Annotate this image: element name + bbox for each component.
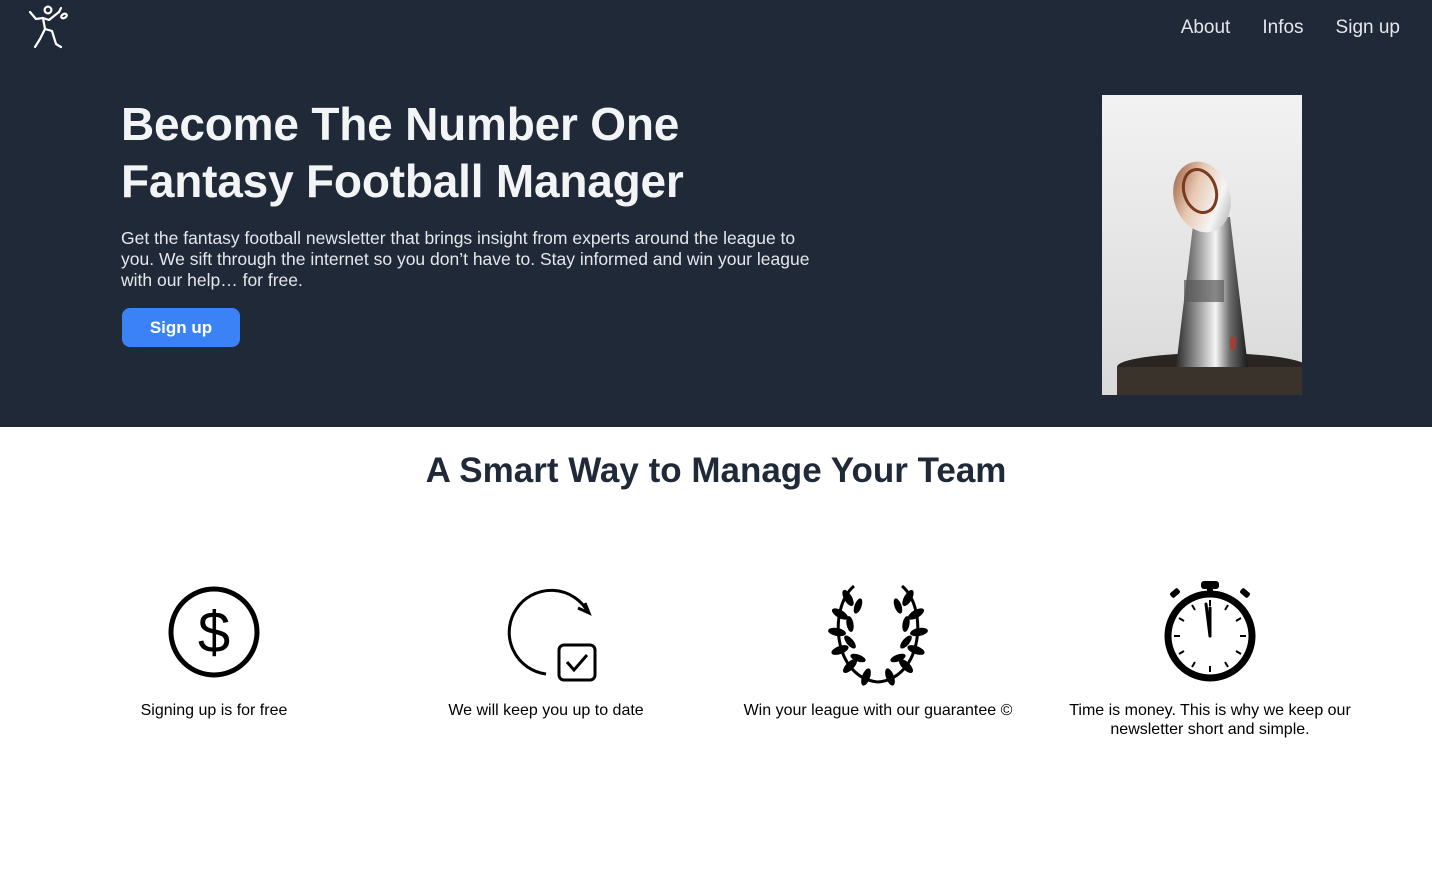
feature-time-text: Time is money. This is why we keep our n… bbox=[1069, 702, 1351, 738]
nav-infos-link[interactable]: Infos bbox=[1262, 17, 1303, 39]
hero-signup-button[interactable]: Sign up bbox=[122, 308, 240, 347]
laurel-wreath-icon bbox=[828, 578, 938, 688]
features-title: A Smart Way to Manage Your Team bbox=[425, 451, 1007, 490]
hero-section: About Infos Sign up Become The Number On… bbox=[0, 0, 1432, 427]
trophy-photo bbox=[1102, 95, 1302, 395]
nav-about-link[interactable]: About bbox=[1181, 17, 1231, 39]
nav-signup-link[interactable]: Sign up bbox=[1336, 17, 1400, 39]
svg-text:$: $ bbox=[198, 600, 230, 665]
hero-title: Become The Number One Fantasy Football M… bbox=[121, 98, 684, 207]
refresh-check-icon bbox=[496, 578, 606, 688]
feature-guarantee-text: Win your league with our guarantee © bbox=[743, 702, 1013, 719]
stopwatch-icon bbox=[1160, 578, 1270, 688]
football-player-logo-icon[interactable] bbox=[26, 4, 70, 50]
dollar-circle-icon: $ bbox=[164, 578, 274, 688]
hero-description: Get the fantasy football newsletter that… bbox=[121, 228, 810, 290]
feature-updates-text: We will keep you up to date bbox=[448, 702, 644, 719]
main-nav: About Infos Sign up bbox=[1181, 17, 1400, 39]
feature-free-text: Signing up is for free bbox=[140, 702, 288, 719]
